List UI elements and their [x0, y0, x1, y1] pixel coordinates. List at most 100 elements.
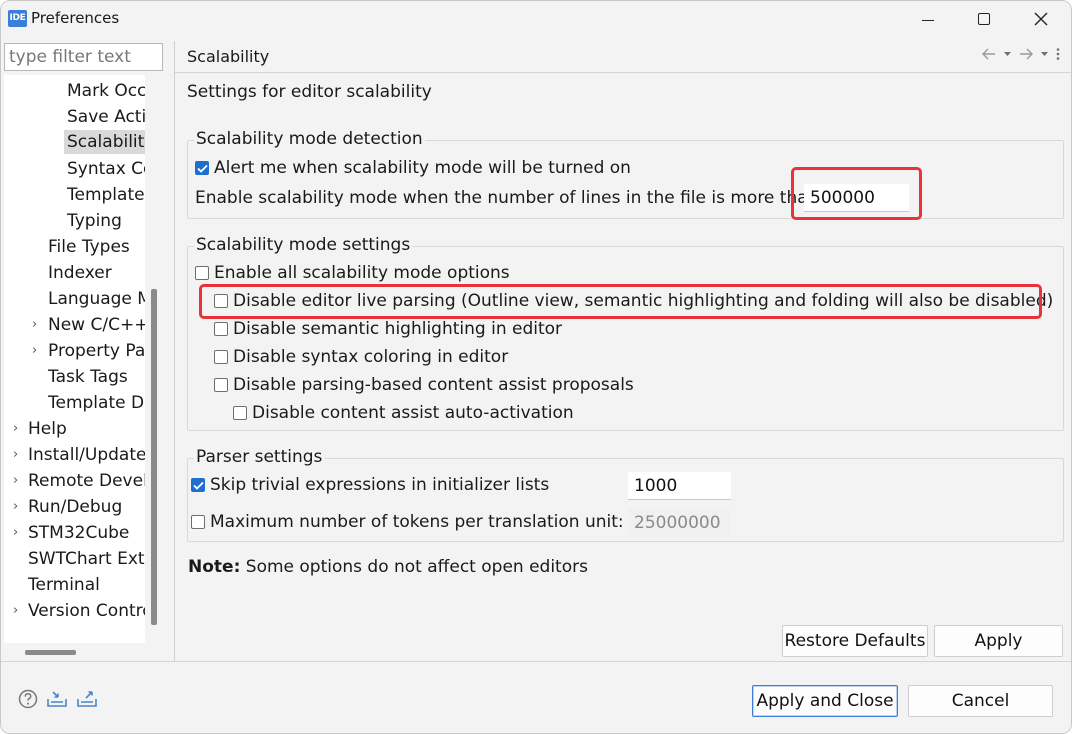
chevron-right-icon[interactable]: › [13, 469, 18, 493]
parser-settings-group-label: Parser settings [194, 447, 325, 467]
tree-item-remote-development[interactable]: Remote Devel [25, 469, 145, 493]
tree-item-save-actions[interactable]: Save Acti [64, 105, 145, 129]
tree-item-swtchart-extensions[interactable]: SWTChart Exte [25, 547, 145, 571]
back-arrow-icon[interactable] [981, 47, 997, 61]
skip-trivial-label: Skip trivial expressions in initializer … [210, 475, 550, 495]
maximize-icon [978, 13, 990, 25]
page-title: Scalability [187, 47, 270, 66]
skip-trivial-row[interactable]: Skip trivial expressions in initializer … [191, 473, 549, 497]
apply-and-close-button[interactable]: Apply and Close [752, 685, 898, 717]
detection-group-label: Scalability mode detection [194, 129, 425, 149]
minimize-button[interactable] [905, 5, 951, 33]
forward-arrow-icon[interactable] [1018, 47, 1034, 61]
skip-trivial-input[interactable] [628, 472, 731, 500]
max-tokens-label: Maximum number of tokens per translation… [210, 512, 624, 532]
help-icon[interactable] [17, 689, 39, 709]
enable-all-options-checkbox[interactable] [195, 266, 209, 280]
tree-item-version-control[interactable]: Version Contro [25, 599, 145, 623]
chevron-right-icon[interactable]: › [13, 521, 18, 545]
skip-trivial-checkbox[interactable] [191, 478, 205, 492]
disable-auto-activation-checkbox[interactable] [233, 406, 247, 420]
preferences-window: IDE Preferences Mark Occ Save Acti Scala… [0, 0, 1072, 734]
alert-checkbox[interactable] [195, 161, 209, 175]
chevron-right-icon[interactable]: › [32, 313, 37, 337]
tree-item-help[interactable]: Help [25, 417, 67, 441]
note: Note: Some options do not affect open ed… [188, 557, 588, 577]
tree-item-label: SWTChart Exte [28, 549, 145, 569]
lines-threshold-input[interactable] [804, 184, 909, 212]
disable-live-parsing-row[interactable]: Disable editor live parsing (Outline vie… [214, 289, 1053, 313]
tree-item-label: File Types [48, 237, 130, 257]
disable-content-assist-proposals-checkbox[interactable] [214, 378, 228, 392]
tree-item-label: STM32Cube [28, 523, 130, 543]
tree-item-syntax-coloring[interactable]: Syntax Co [64, 157, 145, 181]
tree-horizontal-scroll-thumb[interactable] [25, 650, 76, 655]
page-header: Scalability [175, 41, 1071, 73]
disable-content-assist-proposals-label: Disable parsing-based content assist pro… [233, 375, 634, 395]
tree-item-new-cpp[interactable]: New C/C++ [45, 313, 145, 337]
tree-item-templates[interactable]: Template [64, 183, 145, 207]
chevron-right-icon[interactable]: › [13, 495, 18, 519]
note-bold: Note: [188, 557, 241, 577]
export-icon[interactable] [76, 689, 98, 709]
view-menu-icon[interactable] [1055, 47, 1061, 61]
tree-item-indexer[interactable]: Indexer [45, 261, 112, 285]
max-tokens-row[interactable]: Maximum number of tokens per translation… [191, 510, 624, 534]
tree-item-typing[interactable]: Typing [64, 209, 122, 233]
max-tokens-input [628, 509, 731, 537]
disable-semantic-highlighting-row[interactable]: Disable semantic highlighting in editor [214, 317, 562, 341]
chevron-right-icon[interactable]: › [13, 599, 18, 623]
disable-live-parsing-checkbox[interactable] [214, 294, 228, 308]
disable-semantic-highlighting-label: Disable semantic highlighting in editor [233, 319, 563, 339]
alert-label: Alert me when scalability mode will be t… [214, 158, 631, 178]
mode-settings-group-label: Scalability mode settings [194, 235, 413, 255]
lines-threshold-label: Enable scalability mode when the number … [195, 188, 825, 208]
chevron-right-icon[interactable]: › [13, 417, 18, 441]
chevron-right-icon[interactable]: › [13, 443, 18, 467]
pane-divider[interactable] [174, 41, 175, 661]
tree-item-stm32cube[interactable]: STM32Cube [25, 521, 129, 545]
minimize-icon [922, 19, 934, 21]
alert-checkbox-row[interactable]: Alert me when scalability mode will be t… [195, 156, 631, 180]
tree-item-label: Scalability [67, 132, 145, 152]
tree-item-label: Mark Occ [67, 81, 145, 101]
tree-item-file-types[interactable]: File Types [45, 235, 130, 259]
filter-input[interactable] [4, 43, 163, 71]
disable-syntax-coloring-row[interactable]: Disable syntax coloring in editor [214, 345, 508, 369]
disable-syntax-coloring-label: Disable syntax coloring in editor [233, 347, 509, 367]
tree-item-install-update[interactable]: Install/Update [25, 443, 145, 467]
cancel-button[interactable]: Cancel [908, 685, 1053, 717]
tree-item-run-debug[interactable]: Run/Debug [25, 495, 122, 519]
back-dropdown-icon[interactable] [1003, 47, 1012, 61]
tree-item-template-default[interactable]: Template D [45, 391, 144, 415]
tree-item-mark-occurrences[interactable]: Mark Occ [64, 79, 145, 103]
window-title: Preferences [31, 9, 120, 27]
tree-item-label: Template D [48, 393, 145, 413]
tree-item-task-tags[interactable]: Task Tags [45, 365, 128, 389]
forward-dropdown-icon[interactable] [1040, 47, 1049, 61]
maximize-button[interactable] [961, 5, 1007, 33]
disable-semantic-highlighting-checkbox[interactable] [214, 322, 228, 336]
max-tokens-checkbox[interactable] [191, 515, 205, 529]
enable-all-options-row[interactable]: Enable all scalability mode options [195, 261, 510, 285]
tree-item-label: Typing [67, 211, 122, 231]
tree-item-label: Help [28, 419, 67, 439]
tree-item-label: Remote Devel [28, 471, 145, 491]
apply-button[interactable]: Apply [934, 625, 1063, 657]
close-button[interactable] [1018, 5, 1064, 33]
tree-item-language-mappings[interactable]: Language M [45, 287, 145, 311]
restore-defaults-button[interactable]: Restore Defaults [782, 625, 928, 657]
tree-item-scalability[interactable]: Scalability [64, 130, 145, 154]
tree-item-property-pages[interactable]: Property Pa [45, 339, 145, 363]
tree-item-terminal[interactable]: Terminal [25, 573, 100, 597]
chevron-right-icon[interactable]: › [32, 339, 37, 363]
disable-syntax-coloring-checkbox[interactable] [214, 350, 228, 364]
disable-auto-activation-label: Disable content assist auto-activation [252, 403, 574, 423]
tree-item-label: Run/Debug [28, 497, 123, 517]
disable-auto-activation-row[interactable]: Disable content assist auto-activation [233, 401, 574, 425]
import-icon[interactable] [46, 689, 68, 709]
tree-vertical-scroll-thumb[interactable] [151, 289, 157, 625]
disable-content-assist-proposals-row[interactable]: Disable parsing-based content assist pro… [214, 373, 634, 397]
enable-all-options-label: Enable all scalability mode options [214, 263, 510, 283]
tree-item-label: Terminal [28, 575, 100, 595]
